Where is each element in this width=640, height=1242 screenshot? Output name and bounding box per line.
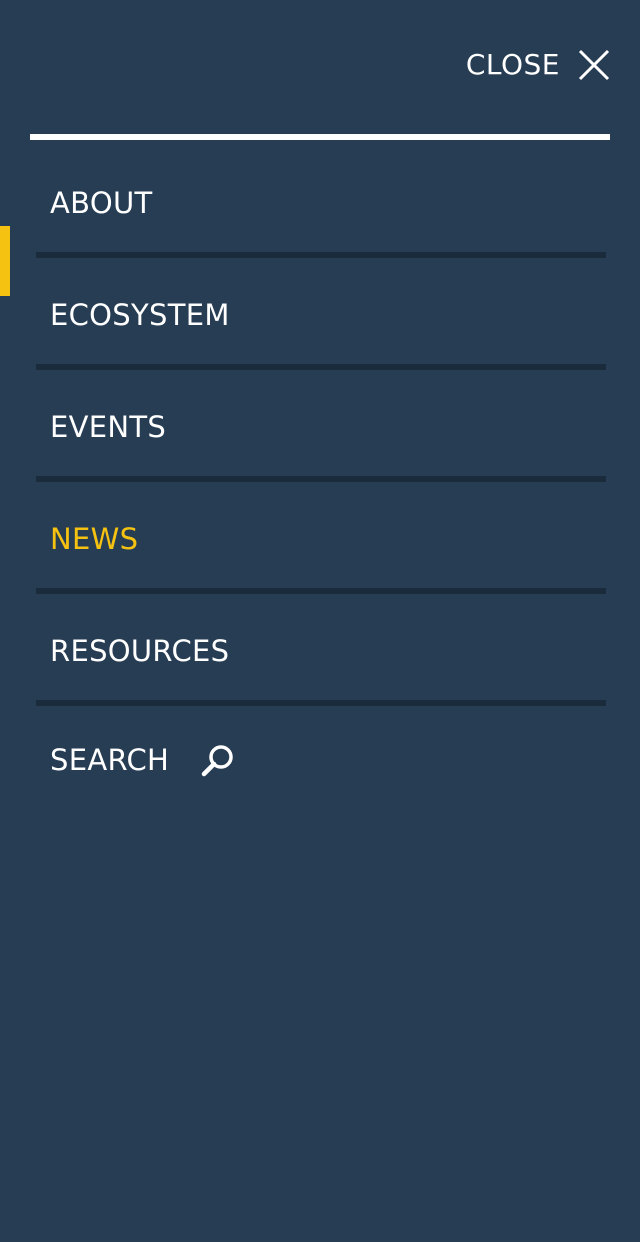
close-button[interactable]: CLOSE bbox=[466, 42, 610, 88]
nav-item-about: ABOUT bbox=[0, 140, 640, 258]
nav-item-news: NEWS bbox=[0, 476, 640, 594]
nav-divider bbox=[36, 700, 606, 706]
close-label: CLOSE bbox=[465, 48, 560, 81]
nav-item-resources: RESOURCES bbox=[0, 588, 640, 706]
close-icon bbox=[578, 49, 610, 81]
nav-link-about[interactable]: ABOUT bbox=[50, 185, 153, 221]
main-nav: ABOUT ECOSYSTEM EVENTS NEWS RESOURCES SE… bbox=[0, 140, 640, 777]
search-button[interactable]: SEARCH bbox=[50, 742, 235, 778]
nav-item-ecosystem: ECOSYSTEM bbox=[0, 252, 640, 370]
search-icon bbox=[201, 743, 235, 777]
nav-link-resources[interactable]: RESOURCES bbox=[50, 633, 229, 669]
search-label: SEARCH bbox=[50, 743, 170, 777]
nav-link-ecosystem[interactable]: ECOSYSTEM bbox=[50, 297, 230, 333]
nav-link-events[interactable]: EVENTS bbox=[50, 409, 166, 445]
nav-link-news[interactable]: NEWS bbox=[50, 521, 138, 557]
nav-item-events: EVENTS bbox=[0, 364, 640, 482]
